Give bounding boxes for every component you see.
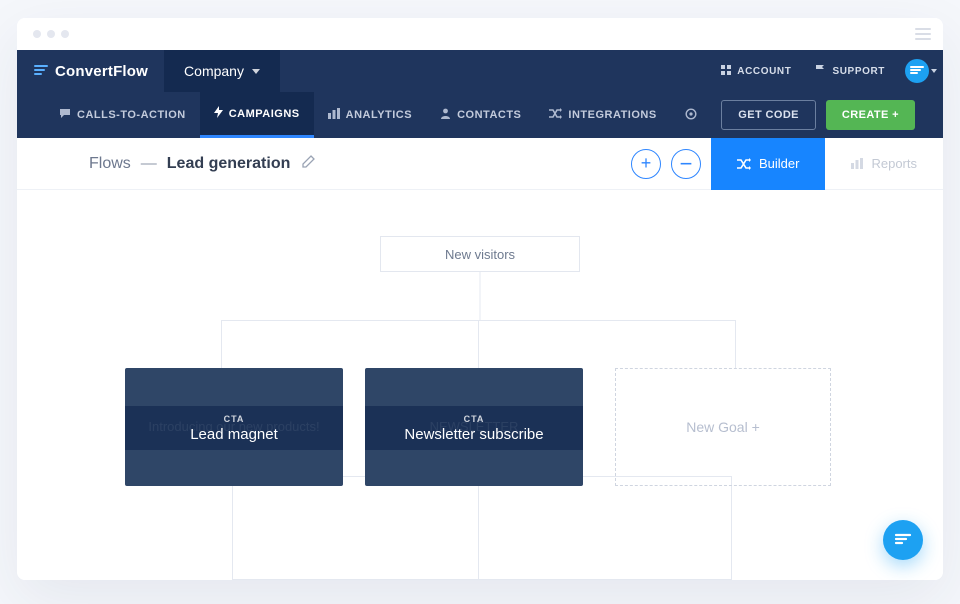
bars-icon <box>328 108 340 122</box>
brand-icon <box>33 64 49 78</box>
zoom-in-button[interactable]: + <box>631 149 661 179</box>
nav-label: INTEGRATIONS <box>568 109 656 121</box>
connector-line <box>735 320 736 368</box>
chat-icon <box>59 108 71 122</box>
card-title: Newsletter subscribe <box>404 426 543 443</box>
connector-line <box>478 486 479 580</box>
tab-reports[interactable]: Reports <box>825 138 943 190</box>
nav-contacts[interactable]: CONTACTS <box>426 92 535 138</box>
sub-nav: CALLS-TO-ACTION CAMPAIGNS ANALYTICS CONT… <box>17 92 943 138</box>
entry-node-label: New visitors <box>445 247 515 262</box>
nav-settings[interactable] <box>671 92 711 138</box>
shuffle-icon <box>737 158 751 170</box>
menu-icon[interactable] <box>915 28 931 40</box>
separator: — <box>141 155 157 173</box>
grid-icon <box>721 65 731 78</box>
bolt-icon <box>214 106 223 121</box>
entry-node[interactable]: New visitors <box>380 236 580 272</box>
account-label: ACCOUNT <box>737 66 791 77</box>
nav-label: CALLS-TO-ACTION <box>77 109 186 121</box>
nav-analytics[interactable]: ANALYTICS <box>314 92 426 138</box>
shuffle-icon <box>549 108 562 122</box>
nav-label: ANALYTICS <box>346 109 412 121</box>
workspace-label: Company <box>184 63 244 79</box>
new-goal-placeholder[interactable]: New Goal + <box>615 368 831 486</box>
card-title: Lead magnet <box>190 426 278 443</box>
support-label: SUPPORT <box>832 66 885 77</box>
create-button[interactable]: CREATE + <box>826 100 915 130</box>
gear-icon <box>685 108 697 123</box>
person-icon <box>440 108 451 122</box>
user-avatar[interactable] <box>905 59 929 83</box>
page-title: Flows — Lead generation <box>89 155 315 173</box>
tab-builder[interactable]: Builder <box>711 138 825 190</box>
nav-calls-to-action[interactable]: CALLS-TO-ACTION <box>45 92 200 138</box>
card-overlay: CTA Lead magnet <box>125 406 343 450</box>
brand-icon <box>894 533 912 548</box>
workspace-selector[interactable]: Company <box>164 50 280 92</box>
flag-icon <box>815 64 826 78</box>
breadcrumb: Flows <box>89 155 131 173</box>
connector-line <box>221 320 222 368</box>
get-code-label: GET CODE <box>738 109 799 121</box>
cta-card-newsletter[interactable]: NEWSLETTER CTA Newsletter subscribe <box>365 368 583 486</box>
create-label: CREATE + <box>842 109 899 121</box>
brand-name: ConvertFlow <box>55 63 148 80</box>
browser-chrome <box>17 18 943 50</box>
cta-card-lead-magnet[interactable]: Introducing our new products! CTA Lead m… <box>125 368 343 486</box>
tab-label: Builder <box>759 156 799 171</box>
edit-icon[interactable] <box>302 155 315 173</box>
bars-icon <box>851 158 863 169</box>
get-code-button[interactable]: GET CODE <box>721 100 816 130</box>
window-dot <box>47 30 55 38</box>
zoom-out-button[interactable]: − <box>671 149 701 179</box>
nav-campaigns[interactable]: CAMPAIGNS <box>200 92 314 138</box>
flow-canvas[interactable]: New visitors Introducing our new product… <box>17 190 943 580</box>
nav-label: CONTACTS <box>457 109 521 121</box>
connector-box <box>232 476 732 580</box>
new-goal-label: New Goal + <box>686 419 760 435</box>
connector-line <box>478 320 479 368</box>
card-overlay: CTA Newsletter subscribe <box>365 406 583 450</box>
account-link[interactable]: ACCOUNT <box>709 65 803 78</box>
top-nav: ConvertFlow Company ACCOUNT SUPPORT <box>17 50 943 92</box>
nav-integrations[interactable]: INTEGRATIONS <box>535 92 670 138</box>
card-tag: CTA <box>224 414 245 424</box>
flow-name: Lead generation <box>167 155 291 173</box>
chevron-down-icon <box>931 69 937 73</box>
page-header: Flows — Lead generation + − Builder Repo… <box>17 138 943 190</box>
card-tag: CTA <box>464 414 485 424</box>
chevron-down-icon <box>252 69 260 74</box>
plus-icon: + <box>641 153 652 174</box>
help-bubble[interactable] <box>883 520 923 560</box>
window-dot <box>61 30 69 38</box>
window-dots <box>33 30 69 38</box>
brand-logo[interactable]: ConvertFlow <box>17 50 164 92</box>
tab-label: Reports <box>871 156 917 171</box>
window-dot <box>33 30 41 38</box>
support-link[interactable]: SUPPORT <box>803 64 897 78</box>
connector-line <box>480 272 481 320</box>
nav-label: CAMPAIGNS <box>229 108 300 120</box>
